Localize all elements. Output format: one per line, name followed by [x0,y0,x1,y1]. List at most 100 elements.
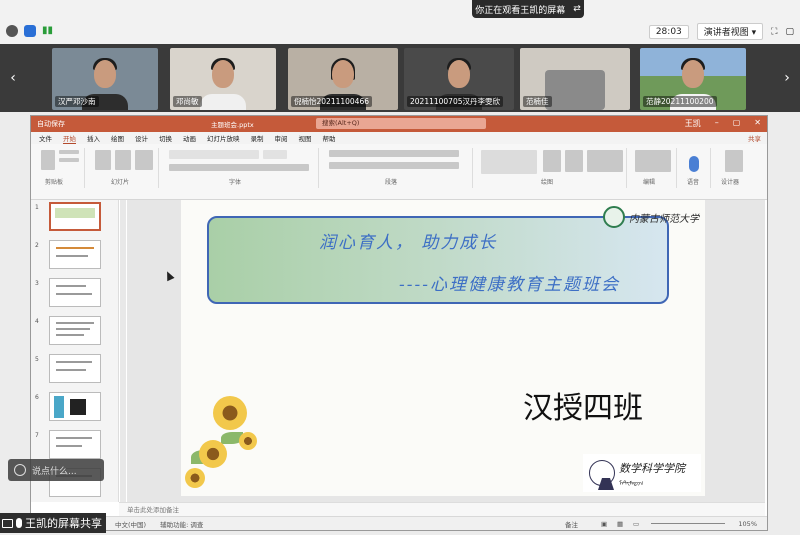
sunflower-icon [239,432,257,450]
slide-thumbnails-pane: 1 2 3 4 5 6 7 [31,200,119,502]
shield-icon[interactable] [24,25,36,37]
meeting-top-bar: 你正在观看王凯的屏幕 ⇄ ▮▮ 28:03 演讲者视图 ▾ ⛶ ▢ [0,0,800,44]
chat-input[interactable]: 说点什么... [8,459,104,481]
microphone-icon [16,518,22,528]
arrange-button[interactable] [543,150,561,172]
restore-icon[interactable]: ▢ [733,118,741,129]
current-slide[interactable]: 润心育人， 助力成长 ----心理健康教育主题班会 内蒙古师范大学 汉授四班 数… [181,200,705,496]
strip-next-button[interactable]: › [780,64,794,92]
designer-group: 设计器 [715,148,755,188]
class-name-text[interactable]: 汉授四班 [523,383,643,427]
font-group: 字体 [163,148,319,188]
zoom-level[interactable]: 105% [738,520,757,528]
exit-share-icon[interactable]: ⇄ [573,4,581,14]
shapes-gallery[interactable] [481,150,537,174]
tab-help[interactable]: 帮助 [323,133,336,143]
reuse-slides-button[interactable] [115,150,131,170]
list-buttons[interactable] [329,150,459,157]
designer-button[interactable] [725,150,743,172]
tab-transitions[interactable]: 切换 [159,133,172,143]
tab-design[interactable]: 设计 [135,133,148,143]
strip-prev-button[interactable]: ‹ [6,64,20,92]
ribbon-tabs: 文件 开始 插入 绘图 设计 切换 动画 幻灯片放映 录制 审阅 视图 帮助 共… [31,132,767,144]
editing-group: 编辑 [631,148,677,188]
slide-thumbnail[interactable] [49,392,101,421]
slide-thumbnail[interactable] [49,354,101,383]
copy-button[interactable] [59,158,79,162]
view-mode-select[interactable]: 演讲者视图 ▾ [696,23,764,40]
tab-record[interactable]: 录制 [251,133,264,143]
minimize-icon[interactable]: – [715,118,719,129]
accessibility-status[interactable]: 辅助功能: 调查 [160,519,203,529]
notes-toggle[interactable]: 备注 [565,519,578,529]
tab-slideshow[interactable]: 幻灯片放映 [207,133,240,143]
thumbnails-scrollbar[interactable] [120,200,126,502]
autosave-label[interactable]: 自动保存 [37,119,65,129]
reading-view-icon[interactable]: ▭ [633,520,639,528]
dictate-icon[interactable] [689,156,699,172]
slide-thumbnail[interactable] [49,278,101,307]
tab-animations[interactable]: 动画 [183,133,196,143]
sorter-view-icon[interactable]: ▦ [617,520,623,528]
quick-styles-button[interactable] [565,150,583,172]
screen-share-notice[interactable]: 你正在观看王凯的屏幕 ⇄ [472,0,584,18]
slide-thumbnail[interactable] [49,240,101,269]
thumb-number: 4 [35,318,39,325]
shape-fill-buttons[interactable] [587,150,623,172]
title-banner[interactable]: 润心育人， 助力成长 ----心理健康教育主题班会 [207,216,669,304]
participant-tile[interactable]: 范静20211100200 [640,48,746,110]
participant-name: 汉严邓沙南 [55,96,99,107]
screen-share-icon [2,518,13,528]
participant-tile[interactable]: 20211100705汉丹李雯欣 [404,48,514,110]
zoom-slider[interactable] [651,523,725,524]
participant-tile[interactable]: 邓尚敏 [170,48,276,110]
participant-name: 范静20211100200 [643,96,717,107]
group-label: 绘图 [541,179,554,186]
clipboard-group: 剪贴板 [35,148,85,188]
tab-home[interactable]: 开始 [63,133,76,144]
notes-pane[interactable]: 单击此处添加备注 [119,502,765,516]
slide-thumbnail[interactable] [49,316,101,345]
normal-view-icon[interactable]: ▣ [601,520,607,528]
file-name: 主题班会.pptx [211,121,254,129]
sunflower-icon [185,468,205,488]
ppt-user-name[interactable]: 王凯 [685,118,701,129]
participant-tile[interactable]: 倪楠怡20211100466 [288,48,398,110]
tab-insert[interactable]: 插入 [87,133,100,143]
layout-icon[interactable]: ▢ [785,27,794,37]
paste-button[interactable] [41,150,55,170]
ppt-status-bar: 中文(中国) 辅助功能: 调查 备注 ▣ ▦ ▭ 105% [31,516,767,530]
info-icon[interactable] [6,25,18,37]
align-buttons[interactable] [329,162,459,169]
close-icon[interactable]: ✕ [754,118,761,129]
emoji-icon[interactable] [14,464,26,476]
thumb-number: 2 [35,242,39,249]
tab-view[interactable]: 视图 [299,133,312,143]
new-slide-button[interactable] [95,150,111,170]
ppt-search-box[interactable]: 搜索(Alt+Q) [316,118,486,129]
tab-draw[interactable]: 绘图 [111,133,124,143]
participant-tile[interactable]: 范楠佳 [520,48,630,110]
font-format-buttons[interactable] [169,164,309,171]
tab-review[interactable]: 审阅 [275,133,288,143]
language-status[interactable]: 中文(中国) [115,519,146,529]
share-button[interactable]: 共享 [748,133,761,143]
chat-placeholder: 说点什么... [32,466,77,477]
tab-file[interactable]: 文件 [39,133,52,143]
slide-thumbnail[interactable] [49,202,101,231]
fullscreen-icon[interactable]: ⛶ [771,27,777,37]
font-family-select[interactable] [169,150,259,159]
font-size-select[interactable] [263,150,287,159]
university-logo-text: 内蒙古师范大学 [629,213,699,225]
find-replace-buttons[interactable] [635,150,671,172]
group-label: 段落 [385,179,398,186]
layout-button[interactable] [135,150,153,170]
group-label: 剪贴板 [45,179,64,186]
signal-icon[interactable]: ▮▮ [42,25,54,37]
group-label: 设计器 [721,179,740,186]
participant-name: 邓尚敏 [173,96,202,107]
participant-tile[interactable]: 汉严邓沙南 [52,48,158,110]
slide-thumbnail[interactable] [49,430,101,459]
school-logo: 数学科学学院 ᠮᠠᠲᠧᠮᠠᠲᠢᠭ [583,454,701,492]
cut-button[interactable] [59,150,79,154]
